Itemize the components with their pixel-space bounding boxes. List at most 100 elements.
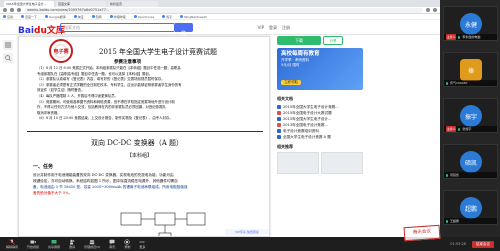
vip-note[interactable]: VIP专享·免费阅读 [225, 229, 269, 235]
shared-screen: 2015年全国大学生电子设计... 百度文库 新标签页 wenku.baidu.… [0, 0, 440, 237]
site-logo[interactable]: Baidu文库 [18, 23, 65, 36]
task-text: 设计并制作用于电池储能装置的双向 DC-DC 变换器，实现电池的充放电功能，功能… [33, 172, 265, 196]
download-button[interactable]: 下载 [277, 36, 321, 45]
participant-tile[interactable]: 振宇 主持人 张振宇 [443, 98, 498, 133]
invite-button[interactable]: 邀请 [69, 239, 75, 249]
bookmark-icon [109, 15, 113, 18]
bookmark-item[interactable]: Google翻译 [45, 15, 66, 19]
note-line: （6）8 月 15 日 20:00 竞赛结束，上交设计报告、制作实物及《登记表》… [37, 116, 173, 121]
document-page: 电子赛 2015 年全国大学生电子设计竞赛试题 参赛注意事项 （1）8 月 12… [18, 36, 270, 237]
mic-icon [446, 219, 448, 223]
participant-tile[interactable]: 捧 传气190450 [443, 52, 498, 87]
document-title: 2015 年全国大学生电子设计竞赛试题 [99, 48, 218, 56]
forward-icon[interactable] [10, 8, 14, 12]
project-subtitle: 【本科组】 [127, 153, 153, 159]
participant-tile[interactable]: 硕凯 周硕凯 [443, 144, 498, 179]
back-icon[interactable] [3, 8, 7, 12]
participant-list: 永健 主持人 李永健的电脑 捧 传气190450 振宇 主持人 张振宇 硕凯 周硕凯… [440, 0, 500, 237]
bookmark-item[interactable]: 知网 [91, 15, 102, 19]
notes-list: （1）8 月 12 日 8:00 竞赛正式开始。本科组参赛队只能在【本科组】题目… [37, 66, 265, 122]
record-button[interactable]: 录制 [124, 239, 130, 249]
browser-tabbar: 2015年全国大学生电子设计... 百度文库 新标签页 [0, 0, 440, 7]
bookmark-item[interactable]: OpenCores [133, 15, 154, 19]
start-video-button[interactable]: 开启视频 [27, 239, 39, 249]
notes-heading: 参赛注意事项 [114, 60, 141, 65]
project-title: 双向 DC-DC 变换器（A 题） [91, 139, 184, 147]
ad-price: 5元/月 限时 [281, 63, 300, 67]
tool-button[interactable] [3, 53, 13, 63]
ad-banner[interactable]: 高校每周有教育 开学季 · 考研资料 5元/月 限时 立即领取 [277, 48, 363, 90]
participant-tile[interactable]: 超鹏 王超鹏 [443, 190, 498, 225]
chat-button[interactable]: 聊天 [109, 239, 115, 249]
manage-members-button[interactable]: 管理成员(5) [84, 239, 100, 249]
bookmark-item[interactable]: 百度一下 [21, 15, 37, 19]
seal-text: 电子赛 [53, 48, 69, 55]
tool-button[interactable] [3, 40, 13, 50]
bookmark-item[interactable]: 淘宝 [73, 15, 84, 19]
search-button[interactable] [175, 23, 193, 37]
bookmark-icon [162, 15, 166, 18]
header-link[interactable]: 登录 [269, 25, 277, 31]
word-file-icon [277, 129, 281, 133]
list-icon [5, 42, 11, 48]
recommend-section: 相关推荐 [277, 144, 363, 152]
host-badge: 主持人 [446, 34, 457, 40]
bookmark-icon [133, 15, 137, 18]
word-file-icon [277, 135, 281, 139]
meeting-timer: 01:53:26 [450, 242, 466, 246]
watermark-stamp: 腾讯会议 [403, 224, 441, 242]
participant-tile[interactable]: 永健 主持人 李永健的电脑 [443, 6, 498, 41]
more-button[interactable]: 更多 [139, 239, 145, 249]
reload-icon[interactable] [17, 8, 21, 12]
doc-side-tools [3, 40, 13, 63]
mic-icon [446, 173, 448, 177]
star-icon[interactable] [426, 8, 430, 12]
site-header: Baidu文库 搜索文档 VIP 登录 注册 [0, 20, 440, 37]
word-file-icon [277, 105, 281, 109]
system-diagram [120, 212, 206, 236]
related-heading: 相关文档 [277, 96, 293, 101]
header-link[interactable]: VIP [258, 25, 264, 31]
unmute-button[interactable]: 解除静音 [6, 239, 18, 249]
address-bar: wenku.baidu.com/view/1005767a8d0751a77..… [0, 7, 440, 14]
participant-label: 主持人 张振宇 [444, 126, 497, 132]
search-input[interactable]: 搜索文档 [60, 23, 175, 32]
bookmark-item[interactable]: NingNeChewell [180, 15, 207, 19]
bookmark-item[interactable]: 应用 [3, 15, 13, 19]
bookmark-icon [73, 15, 77, 18]
avatar: 振宇 [460, 105, 482, 127]
participant-label: 周硕凯 [444, 172, 497, 178]
mic-icon [458, 127, 461, 131]
right-panel: 下载 分享 高校每周有教育 开学季 · 考研资料 5元/月 限时 立即领取 相关… [275, 36, 365, 237]
share-screen-button[interactable]: 共享屏幕 [48, 239, 60, 249]
bookmark-icon [45, 15, 49, 18]
header-link[interactable]: 注册 [282, 25, 290, 31]
avatar: 硕凯 [460, 151, 482, 173]
related-item[interactable]: 全国大学生电子设计竞赛 A 题 [277, 134, 363, 140]
bookmark-item[interactable]: 知乎 [162, 15, 172, 19]
recommend-thumbs [277, 152, 363, 174]
ad-cta-button[interactable]: 立即领取 [281, 80, 301, 85]
toolbar-right: 01:53:26 结束会议 [450, 240, 494, 248]
recommend-thumb[interactable] [277, 152, 319, 174]
participant-label: 传气190450 [444, 80, 497, 86]
avatar: 捧 [460, 59, 482, 81]
task-heading: 一、任务 [33, 164, 54, 170]
header-links: VIP 登录 注册 [258, 25, 290, 31]
participant-label: 王超鹏 [444, 218, 497, 224]
profile-icon[interactable] [433, 8, 437, 12]
ad-title: 高校每周有教育 [281, 51, 320, 57]
url-input[interactable]: wenku.baidu.com/view/1005767a8d0751a77..… [24, 7, 423, 13]
participant-label: 主持人 李永健的电脑 [444, 34, 497, 40]
share-button[interactable]: 分享 [323, 36, 343, 45]
word-file-icon [277, 117, 281, 121]
mic-icon [446, 81, 448, 85]
bookmark-item[interactable]: 哔哩哔哩 [109, 15, 126, 19]
bookmark-icon [21, 15, 25, 18]
host-badge: 主持人 [446, 126, 457, 132]
pdf-file-icon [277, 111, 281, 115]
recommend-thumb[interactable] [321, 152, 363, 174]
end-meeting-button[interactable]: 结束会议 [472, 240, 494, 248]
pdf-file-icon [277, 123, 281, 127]
recommend-heading: 相关推荐 [277, 144, 293, 149]
